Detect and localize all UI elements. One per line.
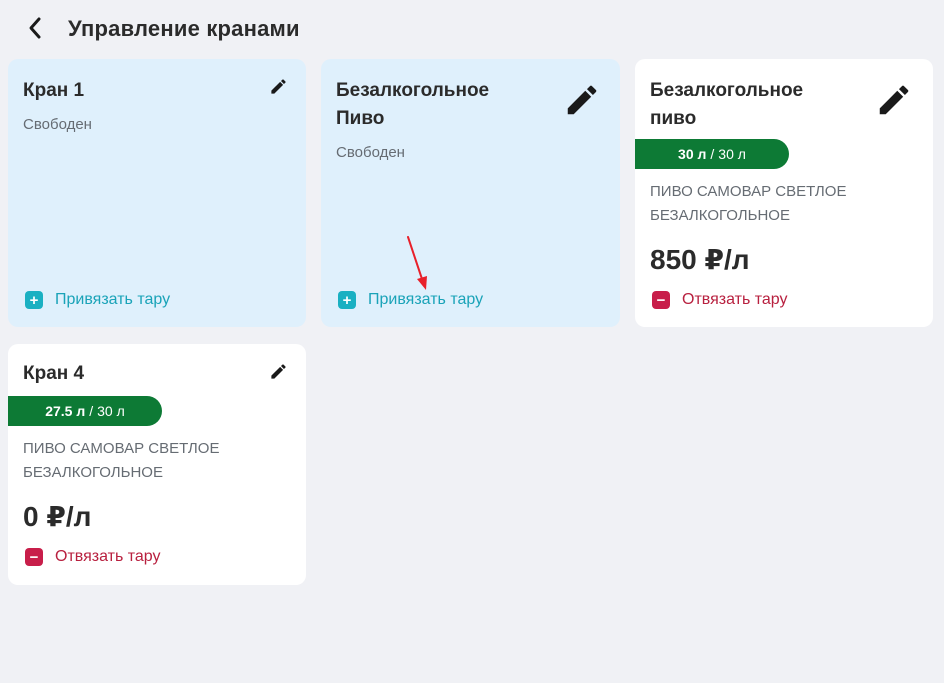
bind-container-label: Привязать тару: [55, 291, 171, 308]
pencil-icon[interactable]: [875, 81, 913, 119]
pencil-icon[interactable]: [269, 77, 288, 96]
product-name: ПИВО САМОВАР СВЕТЛОЕ БЕЗАЛКОГОЛЬНОЕ: [23, 437, 283, 485]
tap-name: Безалкогольное пиво: [650, 77, 803, 133]
volume-badge: 30 л / 30 л: [635, 139, 789, 169]
back-button[interactable]: [22, 14, 48, 42]
minus-square-icon: −: [652, 291, 670, 309]
tap-card-1[interactable]: Кран 1 Свободен + Привязать тару: [8, 59, 306, 327]
volume-separator: /: [710, 146, 715, 162]
chevron-left-icon: [29, 17, 41, 39]
unbind-container-button[interactable]: − Отвязать тару: [652, 291, 788, 309]
tap-status: Свободен: [336, 144, 405, 161]
product-name-line1: ПИВО САМОВАР СВЕТЛОЕ: [23, 440, 220, 457]
tap-card-2[interactable]: Безалкогольное Пиво Свободен + Привязать…: [321, 59, 620, 327]
volume-total: 30 л: [718, 146, 746, 162]
tap-status: Свободен: [23, 116, 92, 133]
price: 850 ₽/л: [650, 244, 750, 275]
tap-card-4[interactable]: Кран 4 27.5 л / 30 л ПИВО САМОВАР СВЕТЛО…: [8, 344, 306, 585]
unbind-container-button[interactable]: − Отвязать тару: [25, 548, 161, 566]
volume-separator: /: [89, 403, 94, 419]
pencil-icon[interactable]: [563, 81, 601, 119]
product-name-line1: ПИВО САМОВАР СВЕТЛОЕ: [650, 183, 847, 200]
unbind-container-label: Отвязать тару: [682, 291, 788, 308]
plus-square-icon: +: [338, 291, 356, 309]
tap-name: Кран 1: [23, 80, 85, 101]
unbind-container-label: Отвязать тару: [55, 548, 161, 565]
bind-container-button[interactable]: + Привязать тару: [25, 291, 170, 309]
price: 0 ₽/л: [23, 501, 92, 532]
volume-current: 27.5 л: [45, 403, 86, 419]
annotation-arrow-icon: [407, 236, 427, 290]
page-title: Управление кранами: [68, 16, 300, 41]
tap-name-line2: пиво: [650, 108, 697, 129]
minus-square-icon: −: [25, 548, 43, 566]
tap-card-3[interactable]: Безалкогольное пиво 30 л / 30 л ПИВО САМ…: [635, 59, 933, 327]
tap-name-line2: Пиво: [336, 108, 385, 129]
tap-name: Безалкогольное Пиво: [336, 77, 489, 133]
plus-square-icon: +: [25, 291, 43, 309]
product-name-line2: БЕЗАЛКОГОЛЬНОЕ: [23, 464, 163, 481]
tap-name-line1: Безалкогольное: [650, 80, 804, 101]
tap-name-line1: Безалкогольное: [336, 80, 490, 101]
tap-name: Кран 4: [23, 363, 85, 384]
pencil-icon[interactable]: [269, 362, 288, 381]
page-header: Управление кранами: [0, 0, 944, 58]
volume-current: 30 л: [678, 146, 707, 162]
volume-total: 30 л: [97, 403, 125, 419]
product-name: ПИВО САМОВАР СВЕТЛОЕ БЕЗАЛКОГОЛЬНОЕ: [650, 180, 910, 228]
volume-badge: 27.5 л / 30 л: [8, 396, 162, 426]
product-name-line2: БЕЗАЛКОГОЛЬНОЕ: [650, 207, 790, 224]
